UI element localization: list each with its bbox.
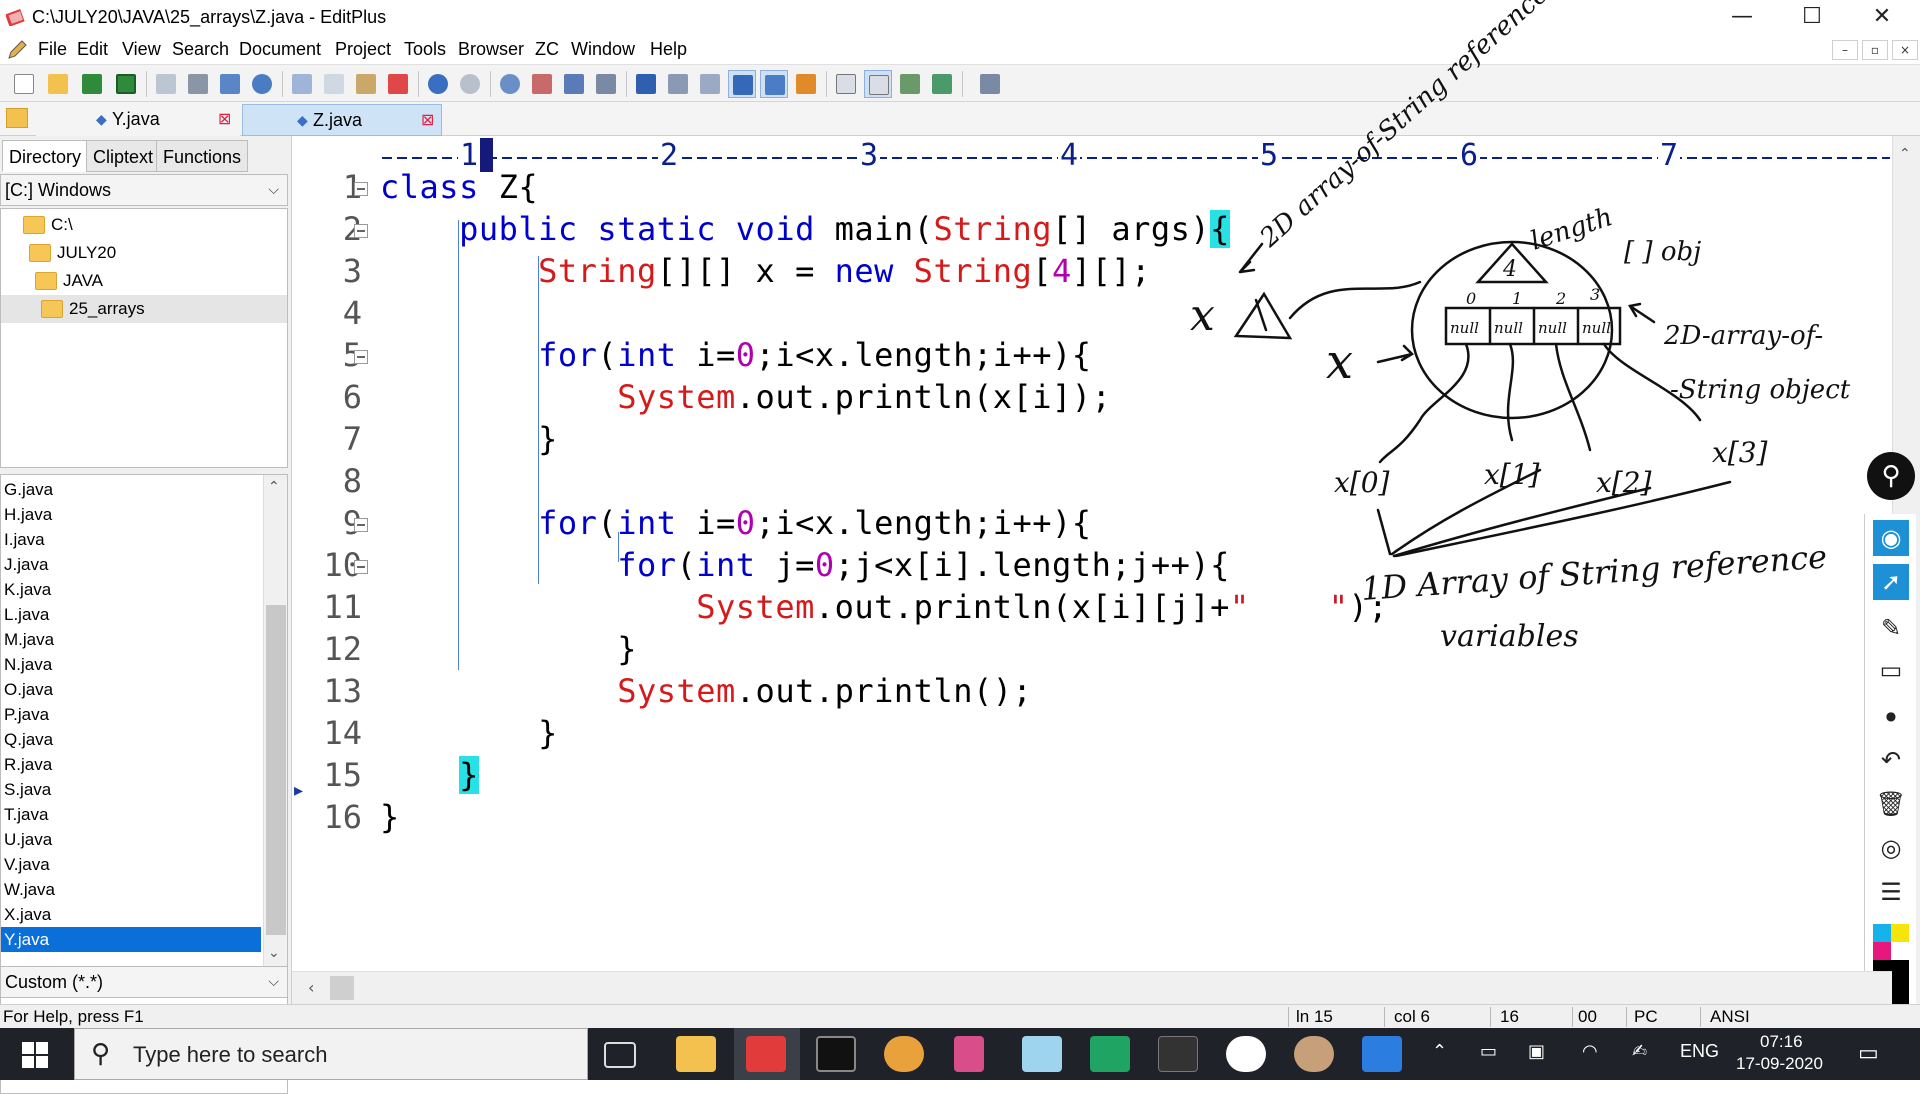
command-prompt-icon[interactable] xyxy=(816,1036,856,1072)
annotation-length: length xyxy=(1527,202,1616,257)
taskbar: ⚲ Type here to search ⌃ ▭ ▣ ◠ ✍ ENG 07:1… xyxy=(0,1028,1920,1080)
annotation-array-desc-2: variables xyxy=(1440,619,1579,654)
paint-palette-icon[interactable] xyxy=(1294,1036,1334,1072)
show-hidden-icons-icon[interactable]: ⌃ xyxy=(1432,1041,1447,1062)
pen-workspace-icon[interactable]: ✍ xyxy=(1632,1041,1647,1062)
chrome-icon[interactable] xyxy=(884,1036,924,1072)
pen-tool-logo-icon[interactable]: ⚲ xyxy=(1867,452,1915,500)
wifi-icon[interactable]: ◠ xyxy=(1582,1041,1598,1062)
trash-icon[interactable]: 🗑 xyxy=(1873,786,1909,822)
annotation-cell-2: null xyxy=(1538,319,1567,337)
color-cyan-swatch[interactable] xyxy=(1873,924,1891,942)
annotation-element-3: x[3] xyxy=(1712,436,1768,469)
notes-app-icon[interactable] xyxy=(1022,1036,1062,1072)
meet-now-icon[interactable]: ▣ xyxy=(1528,1041,1545,1062)
taskbar-search-box[interactable]: ⚲ Type here to search xyxy=(74,1028,588,1080)
search-icon: ⚲ xyxy=(91,1039,111,1069)
status-f4: 00 xyxy=(1578,1007,1597,1026)
status-eol: PC xyxy=(1634,1007,1658,1026)
clock-date[interactable]: 17-09-2020 xyxy=(1736,1054,1823,1074)
windows-start-icon[interactable] xyxy=(22,1042,48,1068)
status-bar: For Help, press F1 ln 15 col 6 16 00 PC … xyxy=(0,1004,1920,1028)
annotation-cell-1: null xyxy=(1494,319,1523,337)
clock-time[interactable]: 07:16 xyxy=(1760,1032,1803,1052)
color-white-swatch[interactable] xyxy=(1891,942,1909,960)
dot-size-icon[interactable]: ● xyxy=(1873,698,1909,734)
whiteboard-app-icon[interactable] xyxy=(1362,1036,1402,1072)
taskbar-search-placeholder: Type here to search xyxy=(133,1042,328,1067)
status-help: For Help, press F1 xyxy=(3,1007,144,1026)
annotation-x-label: x xyxy=(1190,290,1215,341)
editor-horizontal-scrollbar[interactable]: ‹ xyxy=(292,971,1892,1005)
annotation-index-3: 3 xyxy=(1590,285,1600,304)
battery-icon[interactable]: ▭ xyxy=(1480,1041,1497,1062)
annotation-obj-desc-1: 2D-array-of- xyxy=(1663,321,1823,351)
status-column: col 6 xyxy=(1394,1007,1430,1026)
annotation-index-0: 0 xyxy=(1466,289,1476,308)
camera-icon[interactable]: ◎ xyxy=(1873,830,1909,866)
undo-icon[interactable]: ↶ xyxy=(1873,742,1909,778)
eye-icon[interactable]: ◉ xyxy=(1873,520,1909,556)
status-encoding: ANSI xyxy=(1710,1007,1750,1026)
editplus-taskbar-icon[interactable] xyxy=(746,1036,786,1072)
annotation-length-value: 4 xyxy=(1502,257,1517,282)
annotation-cell-0: null xyxy=(1450,319,1479,337)
annotation-obj-desc-2: -String object xyxy=(1670,375,1851,405)
annotation-toolbar: ⚲ ◉ ➚ ✎ ▭ ● ↶ 🗑 ◎ ☰ xyxy=(1864,452,1916,1014)
clipboard-icon[interactable]: ☰ xyxy=(1873,874,1909,910)
color-yellow-swatch[interactable] xyxy=(1891,924,1909,942)
scroll-up-icon[interactable]: ⌃ xyxy=(1899,146,1911,162)
scroll-thumb[interactable] xyxy=(330,976,354,1000)
annotation-overlay: 2D array-of-String reference variable x … xyxy=(1190,0,1851,654)
status-lines: 16 xyxy=(1500,1007,1519,1026)
cursor-icon[interactable]: ➚ xyxy=(1873,564,1909,600)
annotation-x-arrow-label: x xyxy=(1326,334,1353,390)
scroll-left-icon[interactable]: ‹ xyxy=(308,978,314,997)
highlighter-icon[interactable]: ✎ xyxy=(1873,610,1909,646)
pen-tool-taskbar-icon[interactable] xyxy=(1226,1036,1266,1072)
annotation-cell-3: null xyxy=(1582,319,1611,337)
language-indicator[interactable]: ENG xyxy=(1680,1041,1719,1062)
annotation-index-1: 1 xyxy=(1512,289,1522,308)
eraser-icon[interactable]: ▭ xyxy=(1873,652,1909,688)
mysql-icon[interactable] xyxy=(1158,1036,1198,1072)
notification-center-icon[interactable]: ▭ xyxy=(1858,1041,1879,1066)
color-magenta-swatch[interactable] xyxy=(1873,942,1891,960)
status-line: ln 15 xyxy=(1296,1007,1333,1026)
annotation-element-2: x[2] xyxy=(1596,466,1652,499)
file-explorer-icon[interactable] xyxy=(676,1036,716,1072)
task-view-icon[interactable] xyxy=(604,1042,636,1068)
annotation-index-2: 2 xyxy=(1555,289,1566,308)
annotation-obj-label: [ ] obj xyxy=(1624,237,1701,267)
paint-tool-icon[interactable] xyxy=(954,1036,984,1072)
annotation-element-1: x[1] xyxy=(1484,458,1540,491)
annotation-element-0: x[0] xyxy=(1334,466,1390,499)
google-drive-icon[interactable] xyxy=(1090,1036,1130,1072)
